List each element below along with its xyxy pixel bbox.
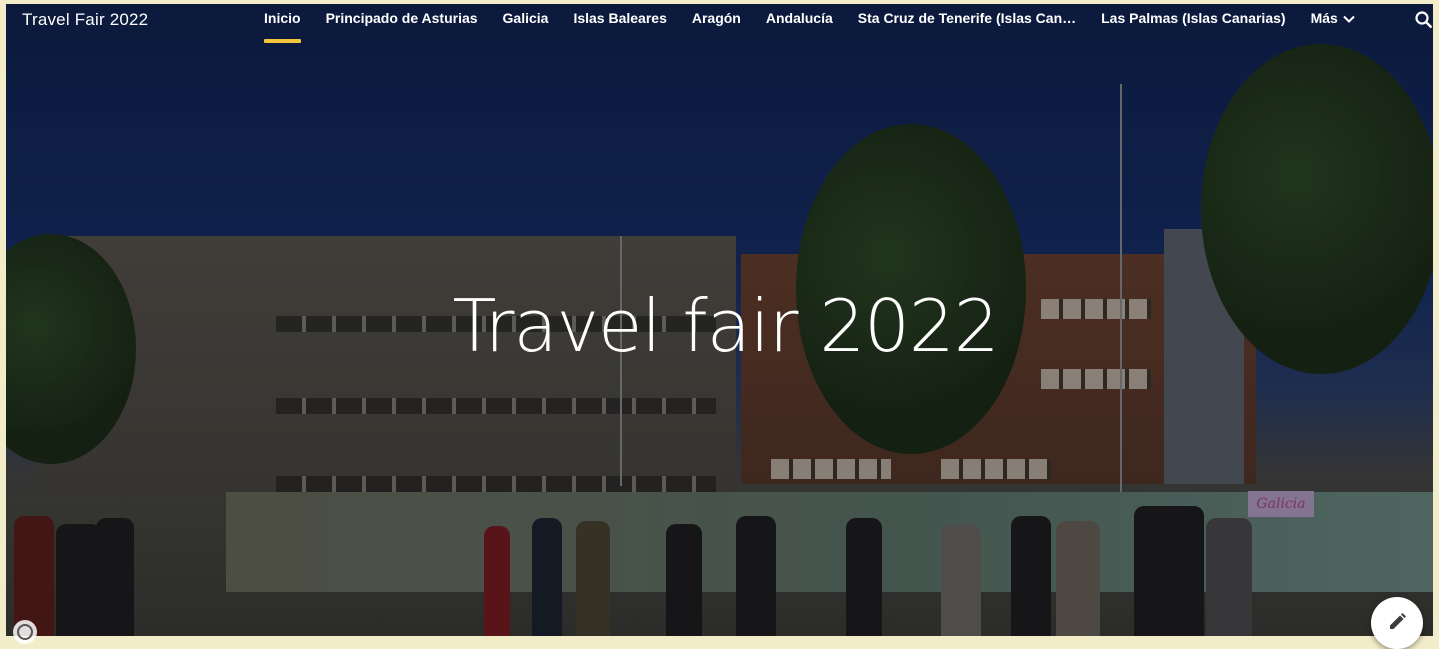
nav-item-islas-baleares[interactable]: Islas Baleares: [573, 10, 666, 26]
nav-item-principado-de-asturias[interactable]: Principado de Asturias: [326, 10, 478, 26]
nav-more-label: Más: [1310, 10, 1338, 26]
nav-item-andalucia[interactable]: Andalucía: [766, 10, 833, 26]
top-navigation-bar: Travel Fair 2022 Inicio Principado de As…: [6, 4, 1433, 44]
nav-item-aragon[interactable]: Aragón: [692, 10, 741, 26]
nav-more-menu[interactable]: Más: [1311, 10, 1355, 26]
site-title[interactable]: Travel Fair 2022: [22, 10, 148, 30]
page-title: Travel fair 2022: [452, 284, 999, 368]
nav-item-inicio[interactable]: Inicio: [264, 10, 301, 43]
edit-page-button[interactable]: [1371, 597, 1423, 649]
info-icon[interactable]: [13, 620, 37, 644]
chevron-down-icon: [1343, 10, 1355, 26]
page-frame: Galicia Travel Fair 2022 Inicio Principa…: [6, 4, 1433, 636]
nav-item-galicia[interactable]: Galicia: [503, 10, 549, 26]
nav-item-sta-cruz-de-tenerife[interactable]: Sta Cruz de Tenerife (Islas Can…: [858, 10, 1076, 26]
nav-item-las-palmas[interactable]: Las Palmas (Islas Canarias): [1101, 10, 1285, 26]
pencil-icon: [1390, 613, 1406, 629]
search-icon[interactable]: [1414, 10, 1433, 30]
main-nav: Inicio Principado de Asturias Galicia Is…: [264, 10, 1355, 43]
